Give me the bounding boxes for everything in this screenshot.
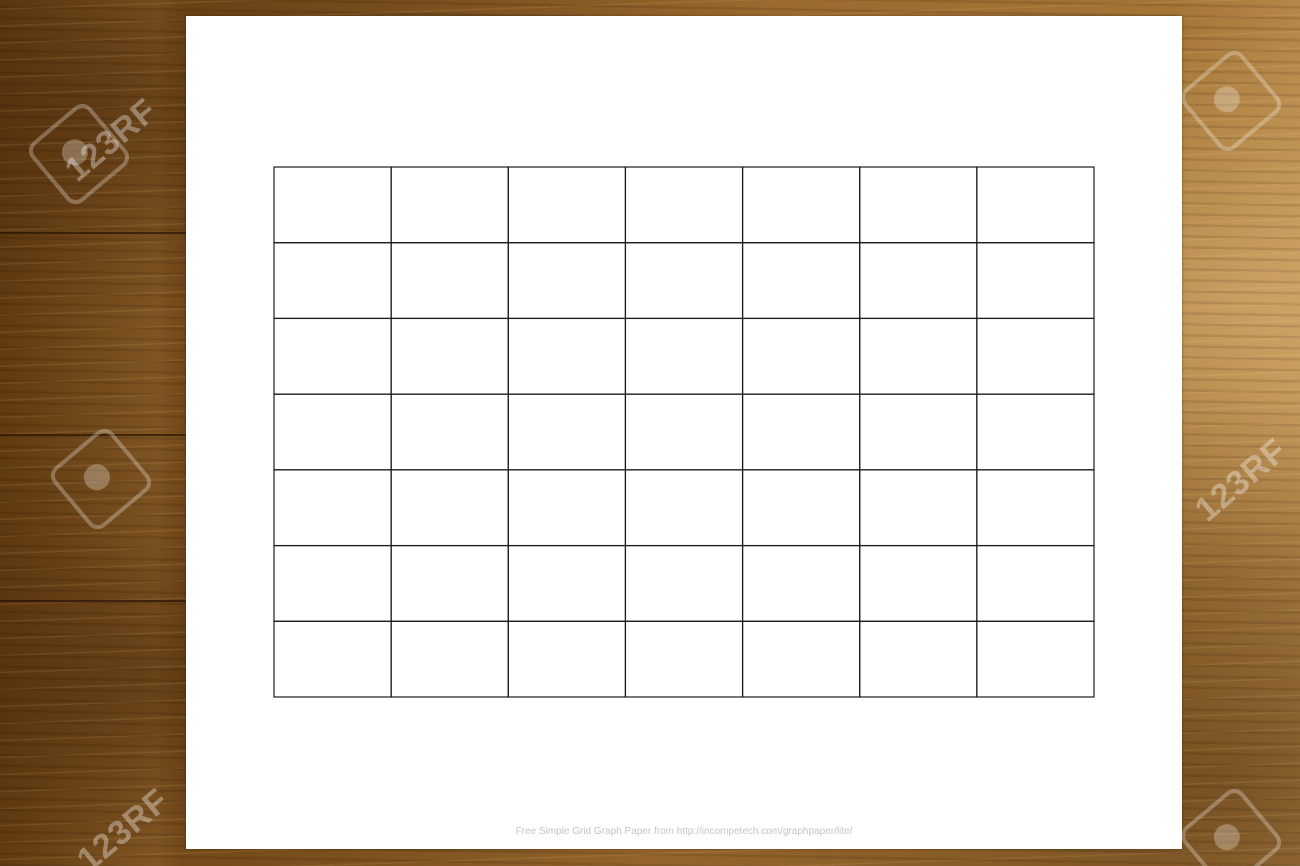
grid-cell bbox=[741, 242, 861, 320]
grid-cell bbox=[507, 242, 627, 320]
graph-paper-sheet: Free Simple Grid Graph Paper from http:/… bbox=[186, 16, 1182, 849]
footer-credit: Free Simple Grid Graph Paper from http:/… bbox=[515, 826, 853, 837]
grid-cell bbox=[507, 166, 627, 244]
grid-cell bbox=[624, 544, 744, 622]
grid-cell bbox=[507, 544, 627, 622]
grid-cell bbox=[507, 469, 627, 547]
grid-cell bbox=[859, 166, 978, 244]
wood-plank-seam bbox=[0, 600, 186, 602]
grid-cell bbox=[390, 393, 509, 471]
grid-cell bbox=[741, 544, 861, 622]
grid-cell bbox=[859, 544, 978, 622]
grid-cell bbox=[624, 242, 744, 320]
grid-cell bbox=[976, 317, 1095, 395]
grid-cell bbox=[859, 317, 978, 395]
grid-cell bbox=[859, 393, 978, 471]
grid-cell bbox=[859, 620, 978, 698]
grid-cell bbox=[624, 620, 744, 698]
grid-cell bbox=[741, 620, 861, 698]
grid-cell bbox=[976, 393, 1095, 471]
grid-cell bbox=[273, 166, 392, 244]
wood-background: 123RF 123RF 123RF Free Simple Grid Graph… bbox=[0, 0, 1300, 866]
grid-cell bbox=[741, 393, 861, 471]
grid-cell bbox=[273, 620, 392, 698]
watermark-text: 123RF bbox=[70, 781, 177, 866]
grid-cell bbox=[976, 166, 1095, 244]
grid-cell bbox=[390, 242, 509, 320]
grid-cell bbox=[390, 166, 509, 244]
grid-cell bbox=[976, 544, 1095, 622]
watermark-logo-icon bbox=[46, 424, 156, 534]
grid-cell bbox=[390, 469, 509, 547]
grid-cell bbox=[976, 469, 1095, 547]
grid-cell bbox=[273, 469, 392, 547]
grid-cell bbox=[624, 317, 744, 395]
grid-cell bbox=[859, 469, 978, 547]
grid-cell bbox=[507, 317, 627, 395]
grid-cell bbox=[624, 393, 744, 471]
grid-cell bbox=[273, 317, 392, 395]
watermark-logo-icon bbox=[1176, 46, 1286, 156]
watermark-text: 123RF bbox=[1188, 431, 1295, 530]
grid-cell bbox=[741, 317, 861, 395]
grid-cell bbox=[741, 166, 861, 244]
grid-cell bbox=[741, 469, 861, 547]
watermark-logo-icon bbox=[1176, 784, 1286, 866]
grid-cell bbox=[624, 469, 744, 547]
grid-cell bbox=[976, 620, 1095, 698]
grid-cell bbox=[273, 393, 392, 471]
grid-cell bbox=[507, 620, 627, 698]
grid-cell bbox=[273, 242, 392, 320]
grid-cell bbox=[390, 544, 509, 622]
grid-cell bbox=[859, 242, 978, 320]
grid-cell bbox=[390, 317, 509, 395]
grid-cell bbox=[976, 242, 1095, 320]
wood-plank-seam bbox=[0, 232, 186, 234]
grid-cell bbox=[624, 166, 744, 244]
grid-cell bbox=[273, 544, 392, 622]
grid-cell bbox=[507, 393, 627, 471]
grid-cell bbox=[390, 620, 509, 698]
grid bbox=[273, 166, 1095, 698]
